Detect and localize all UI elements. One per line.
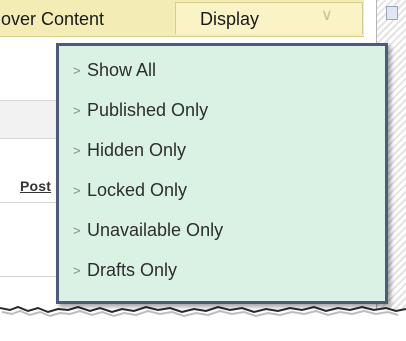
menu-item-label: Drafts Only	[87, 260, 178, 280]
menu-item-locked-only[interactable]: > Locked Only	[73, 178, 187, 202]
double-chevron-down-icon[interactable]: ∨	[321, 6, 333, 26]
menu-item-label: Published Only	[87, 100, 209, 120]
chevron-right-icon: >	[73, 183, 81, 198]
menu-item-unavailable-only[interactable]: > Unavailable Only	[73, 218, 223, 242]
menu-item-published-only[interactable]: > Published Only	[73, 98, 208, 122]
display-filter-menu: > Show All > Published Only > Hidden Only >…	[56, 43, 388, 304]
menu-item-show-all[interactable]: > Show All	[73, 58, 156, 82]
chevron-right-icon: >	[73, 263, 81, 278]
menu-item-hidden-only[interactable]: > Hidden Only	[73, 138, 186, 162]
scroll-up-button[interactable]	[386, 6, 398, 20]
action-bar: over Content Display ∨	[0, 0, 364, 37]
chevron-right-icon: >	[73, 143, 81, 158]
chevron-right-icon: >	[73, 223, 81, 238]
menu-item-drafts-only[interactable]: > Drafts Only	[73, 258, 177, 282]
menu-item-label: Hidden Only	[87, 140, 187, 160]
display-label: Display	[200, 9, 260, 29]
discover-content-menu[interactable]: over Content	[0, 0, 104, 36]
chevron-right-icon: >	[73, 103, 81, 118]
menu-item-label: Unavailable Only	[87, 220, 224, 240]
post-column-header[interactable]: Post	[20, 178, 51, 194]
screenshot-frame: over Content Display ∨ Post > Show All > P…	[0, 0, 406, 341]
torn-edge	[0, 305, 406, 341]
menu-item-label: Show All	[87, 60, 157, 80]
chevron-right-icon: >	[73, 63, 81, 78]
menu-item-label: Locked Only	[87, 180, 188, 200]
